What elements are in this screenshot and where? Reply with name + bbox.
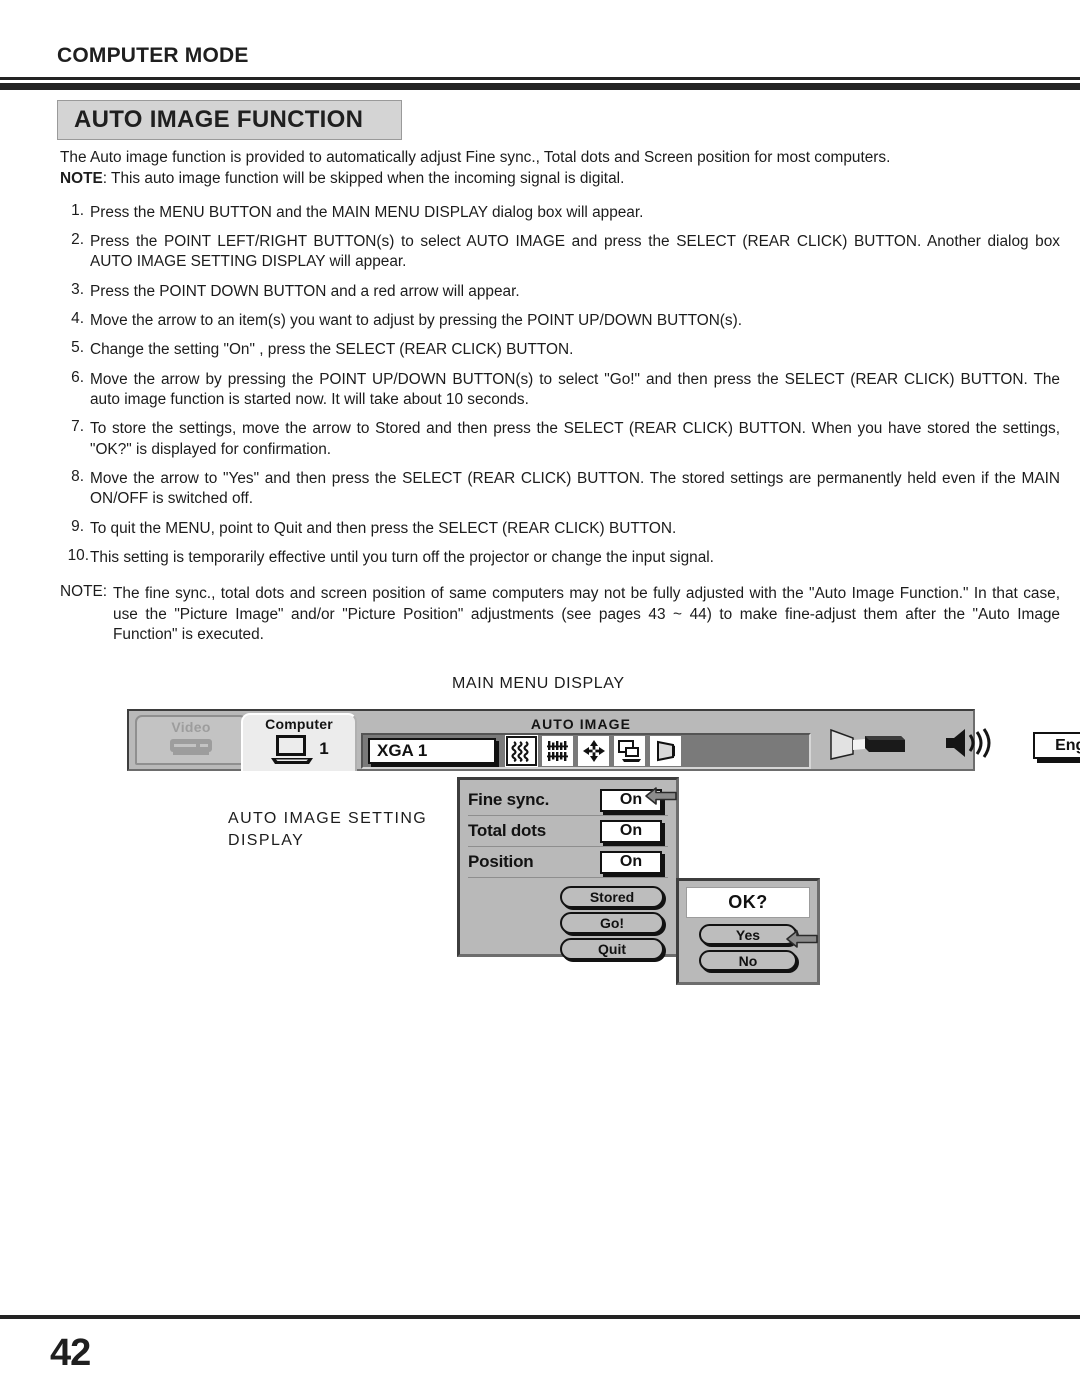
intro-note-label: NOTE (60, 170, 103, 188)
page-header: COMPUTER MODE (0, 0, 1080, 90)
section-title-banner: AUTO IMAGE FUNCTION (57, 100, 402, 140)
step-item: 6. Move the arrow by pressing the POINT … (60, 368, 1060, 411)
step-text: To quit the MENU, point to Quit and then… (90, 519, 677, 537)
yes-button[interactable]: Yes (699, 924, 797, 945)
setting-row-position: Position On (468, 847, 668, 878)
intro-note-text: : This auto image function will be skipp… (102, 170, 625, 188)
stored-button[interactable]: Stored (560, 886, 664, 908)
step-item: 5. Change the setting "On" , press the S… (60, 340, 1060, 360)
step-text: Move the arrow to an item(s) you want to… (90, 312, 743, 330)
intro-note: NOTE: This auto image function will be s… (60, 171, 1060, 186)
step-number: 6. (71, 368, 84, 386)
fine-sync-icon[interactable] (506, 736, 537, 766)
setting-value[interactable]: On (600, 819, 662, 843)
step-item: 8. Move the arrow to "Yes" and then pres… (60, 469, 1060, 510)
step-item: 4. Move the arrow to an item(s) you want… (60, 311, 1060, 331)
osd-right-icon-group: English (829, 725, 1080, 766)
step-item: 9. To quit the MENU, point to Quit and t… (60, 517, 1060, 539)
setting-label: Fine sync. (468, 790, 550, 809)
osd-computer-number: 1 (319, 739, 329, 758)
step-text: Move the arrow by pressing the POINT UP/… (90, 370, 1060, 409)
sound-icon[interactable] (943, 725, 999, 766)
osd-tab-video[interactable]: Video (135, 715, 247, 765)
step-number: 3. (71, 280, 84, 298)
step-number: 1. (71, 201, 84, 219)
closing-note: NOTE: The fine sync., total dots and scr… (60, 584, 1060, 645)
laptop-icon (271, 735, 314, 764)
setting-label: Position (468, 852, 534, 871)
step-item: 7. To store the settings, move the arrow… (60, 419, 1060, 460)
osd-menu-title: AUTO IMAGE (530, 715, 632, 732)
osd-tab-computer[interactable]: Computer 1 (241, 713, 357, 771)
page-mode-title: COMPUTER MODE (57, 44, 249, 67)
main-menu-display-caption: MAIN MENU DISPLAY (452, 675, 625, 692)
step-text: This setting is temporarily effective un… (90, 549, 714, 567)
step-number: 2. (71, 231, 84, 249)
header-divider-rule (0, 77, 1080, 90)
quit-button[interactable]: Quit (560, 938, 664, 960)
section-title-text: AUTO IMAGE FUNCTION (74, 106, 364, 133)
body-copy: The Auto image function is provided to a… (60, 150, 1060, 645)
setting-label: Total dots (468, 821, 546, 840)
setting-row-fine-sync: Fine sync. On (468, 785, 668, 816)
caption-line-1: AUTO IMAGE SETTING (228, 810, 428, 827)
step-number: 10. (67, 547, 89, 565)
pointer-arrow-fine-sync-icon (645, 785, 677, 807)
step-item: 10. This setting is temporarily effectiv… (60, 548, 1060, 568)
step-text: Press the POINT LEFT/RIGHT BUTTON(s) to … (90, 233, 1060, 271)
setting-value[interactable]: On (600, 850, 662, 874)
auto-image-setting-display-caption: AUTO IMAGE SETTING DISPLAY (228, 808, 427, 851)
step-text: Press the POINT DOWN BUTTON and a red ar… (90, 282, 520, 300)
step-text: Move the arrow to "Yes" and then press t… (90, 470, 1060, 508)
picture-screen-icon[interactable] (614, 736, 645, 766)
vcr-icon (170, 739, 212, 755)
osd-tab-computer-label: Computer (265, 716, 333, 732)
page-number: 42 (50, 1332, 91, 1374)
footer-divider-rule (0, 1315, 1080, 1319)
step-item: 1. Press the MENU BUTTON and the MAIN ME… (60, 201, 1060, 223)
no-button[interactable]: No (699, 950, 797, 971)
caption-line-2: DISPLAY (228, 831, 305, 849)
osd-tab-video-label: Video (171, 719, 211, 735)
intro-description: The Auto image function is provided to a… (60, 149, 891, 166)
position-icon[interactable] (578, 736, 609, 766)
osd-source-value[interactable]: XGA 1 (368, 738, 496, 764)
setting-row-total-dots: Total dots On (468, 816, 668, 847)
pointer-arrow-yes-icon (786, 928, 818, 950)
step-number: 5. (71, 339, 84, 357)
step-text: Press the MENU BUTTON and the MAIN MENU … (90, 203, 644, 221)
total-dots-icon[interactable] (542, 736, 573, 766)
osd-setting-buttons: Stored Go! Quit (468, 886, 668, 960)
step-item: 2. Press the POINT LEFT/RIGHT BUTTON(s) … (60, 232, 1060, 273)
step-number: 8. (71, 468, 84, 486)
ok-dialog-title: OK? (686, 887, 810, 918)
osd-main-menu-bar: Video Computer 1 AUTO IMAGE XGA 1 En (127, 709, 1080, 771)
step-text: To store the settings, move the arrow to… (90, 420, 1060, 458)
projector-icon[interactable] (829, 726, 909, 765)
closing-note-label: NOTE: (60, 583, 108, 601)
step-number: 9. (71, 517, 84, 535)
go-button[interactable]: Go! (560, 912, 664, 934)
step-number: 4. (71, 310, 84, 328)
step-item: 3. Press the POINT DOWN BUTTON and a red… (60, 280, 1060, 302)
closing-note-text: The fine sync., total dots and screen po… (113, 585, 1060, 644)
step-text: Change the setting "On" , press the SELE… (90, 341, 574, 359)
osd-language-value[interactable]: English (1033, 732, 1080, 759)
osd-icon-strip: XGA 1 (361, 733, 811, 769)
keystone-icon[interactable] (650, 736, 681, 766)
step-number: 7. (71, 418, 84, 436)
